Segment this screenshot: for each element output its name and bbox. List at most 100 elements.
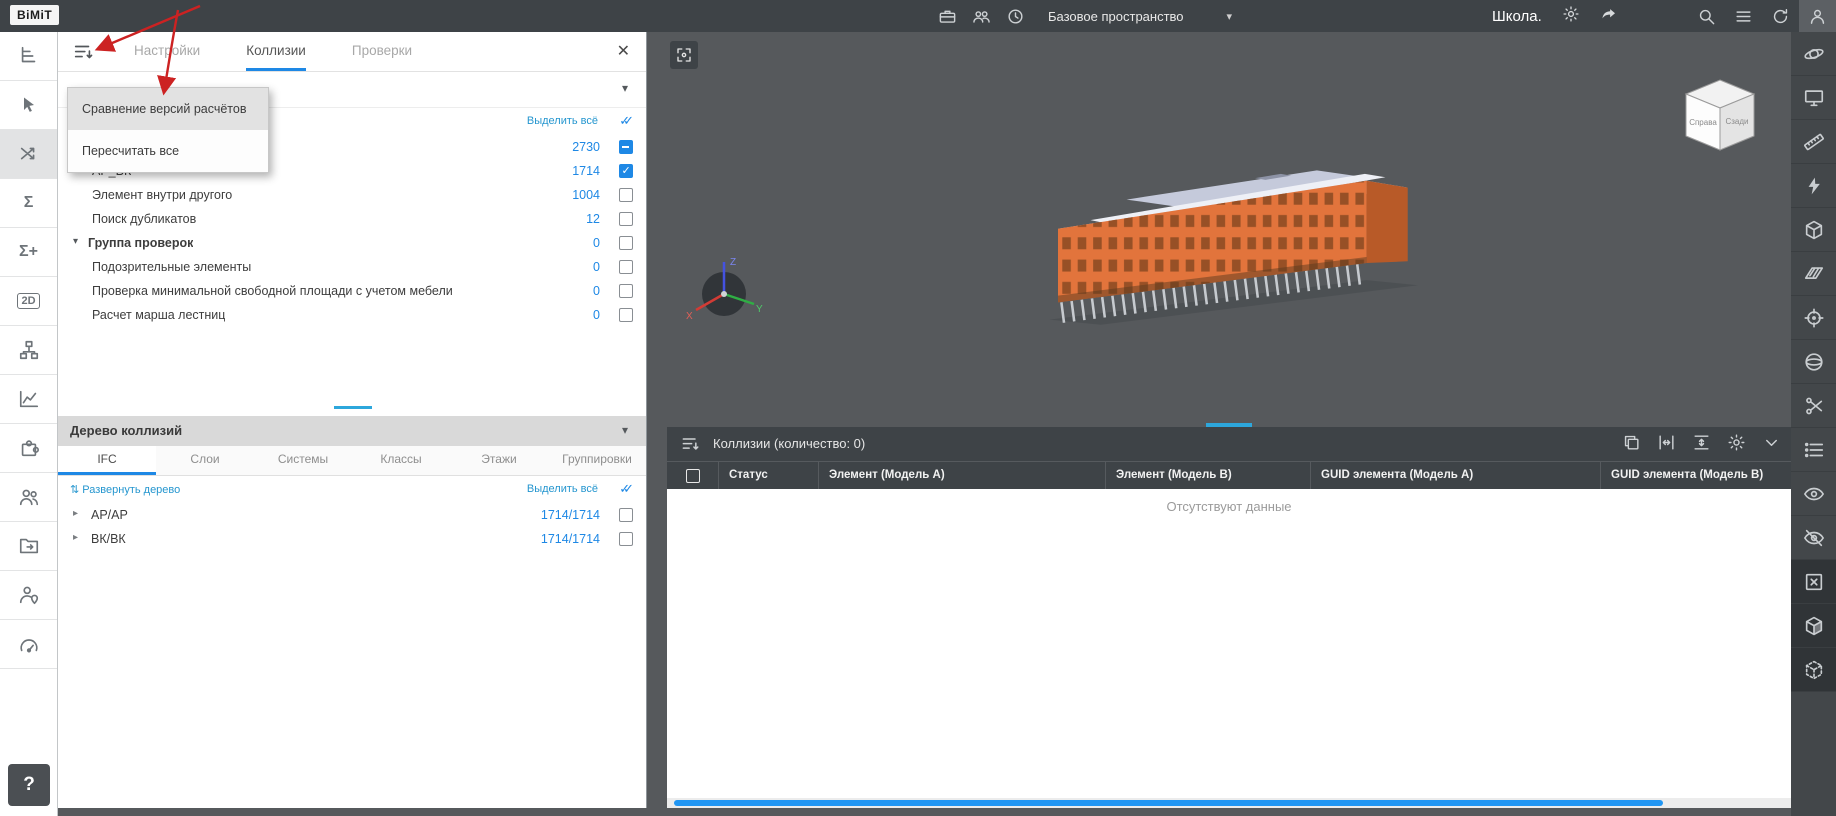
structure-sitemap-icon[interactable]: [0, 326, 57, 375]
menu-item-recalculate-all[interactable]: Пересчитать все: [68, 130, 268, 172]
double-check-icon[interactable]: ✓✓: [619, 481, 634, 497]
select-all-checkbox[interactable]: [686, 469, 700, 483]
section-plane-icon[interactable]: [1791, 252, 1836, 296]
show-eye-icon[interactable]: [1791, 472, 1836, 516]
table-header-cell[interactable]: Элемент (Модель B): [1106, 462, 1311, 489]
search-icon[interactable]: [1688, 0, 1725, 32]
expand-tree-link[interactable]: ⇅ Развернуть дерево: [70, 483, 180, 496]
structure-list-icon[interactable]: [1791, 428, 1836, 472]
table-header-cell[interactable]: Статус: [719, 462, 819, 489]
axis-gizmo[interactable]: Z Y X: [682, 252, 766, 336]
check-row[interactable]: Элемент внутри другого 1004: [58, 184, 646, 208]
navigation-cube[interactable]: Справа Сзади: [1678, 74, 1762, 158]
projects-briefcase-icon[interactable]: [938, 7, 957, 26]
close-icon[interactable]: ✕: [617, 41, 630, 61]
fit-height-icon[interactable]: [1692, 433, 1711, 452]
double-check-icon[interactable]: ✓✓: [619, 113, 634, 129]
focus-target-icon[interactable]: [1791, 296, 1836, 340]
settings-gear-icon[interactable]: [1562, 5, 1580, 28]
sync-icon[interactable]: [1762, 0, 1799, 32]
table-header-cell[interactable]: Элемент (Модель A): [819, 462, 1106, 489]
chevron-down-icon[interactable]: [1762, 433, 1781, 452]
caret-right-icon[interactable]: ▸: [73, 532, 78, 543]
list-menu-icon[interactable]: [1725, 0, 1762, 32]
shared-folder-icon[interactable]: [0, 522, 57, 571]
view-2d-icon[interactable]: 2D: [0, 277, 57, 326]
building-model[interactable]: [998, 98, 1478, 356]
tree-tab-ifc[interactable]: IFC: [58, 446, 156, 475]
section-cut-icon[interactable]: [1791, 384, 1836, 428]
caret-right-icon[interactable]: ▸: [73, 508, 78, 519]
tree-row[interactable]: ▸ ВК/ВК 1714/1714: [58, 528, 646, 552]
check-row[interactable]: Подозрительные элементы 0: [58, 256, 646, 280]
fit-width-icon[interactable]: [1657, 433, 1676, 452]
check-row[interactable]: Проверка минимальной свободной площади с…: [58, 280, 646, 304]
select-cursor-icon[interactable]: [0, 81, 57, 130]
transparent-mode-icon[interactable]: [1791, 648, 1836, 692]
tree-tab-layers[interactable]: Слои: [156, 446, 254, 475]
select-all-link[interactable]: Выделить всё: [527, 483, 598, 495]
select-all-link[interactable]: Выделить всё: [527, 115, 598, 127]
table-header-cell[interactable]: GUID элемента (Модель B): [1601, 462, 1791, 489]
caret-down-icon[interactable]: ▾: [73, 236, 78, 247]
checkbox[interactable]: [619, 508, 633, 522]
tree-tab-groups[interactable]: Группировки: [548, 446, 646, 475]
menu-item-compare-versions[interactable]: Сравнение версий расчётов: [68, 88, 268, 130]
collision-check-icon[interactable]: [0, 130, 57, 179]
tree-section-header[interactable]: Дерево коллизий ▾: [58, 416, 646, 446]
dashboard-gauge-icon[interactable]: [0, 620, 57, 669]
tree-row[interactable]: ▸ АР/АР 1714/1714: [58, 504, 646, 528]
bottom-panel-resize-handle[interactable]: [1206, 423, 1252, 427]
users-icon[interactable]: [0, 473, 57, 522]
orbit-icon[interactable]: [1791, 32, 1836, 76]
help-icon[interactable]: ?: [8, 764, 50, 806]
chevron-down-icon[interactable]: ▾: [622, 423, 628, 437]
presentation-screen-icon[interactable]: [1791, 76, 1836, 120]
workspace-selector[interactable]: Базовое пространство: [1048, 9, 1184, 24]
checkbox[interactable]: [619, 212, 633, 226]
clash-lightning-icon[interactable]: [1791, 164, 1836, 208]
viewport-expand-icon[interactable]: [670, 41, 698, 69]
hide-selection-icon[interactable]: [1791, 560, 1836, 604]
sphere-mode-icon[interactable]: [1791, 340, 1836, 384]
tab-checks[interactable]: Проверки: [352, 32, 412, 71]
settings-gear-icon[interactable]: [1727, 433, 1746, 452]
user-location-icon[interactable]: [0, 571, 57, 620]
checkbox[interactable]: [619, 532, 633, 546]
isolate-selection-icon[interactable]: [1791, 604, 1836, 648]
scrollbar-thumb[interactable]: [674, 800, 1663, 806]
check-row[interactable]: Поиск дубликатов 12: [58, 208, 646, 232]
share-icon[interactable]: [1600, 5, 1618, 28]
tab-settings[interactable]: Настройки: [134, 32, 200, 71]
panel-resize-handle[interactable]: [334, 406, 372, 409]
checkbox[interactable]: [619, 284, 633, 298]
account-person-icon[interactable]: [1799, 0, 1836, 32]
model-tree-icon[interactable]: [0, 32, 57, 81]
tab-collisions[interactable]: Коллизии: [246, 32, 306, 71]
filter-list-icon[interactable]: [680, 434, 700, 459]
hide-eye-icon[interactable]: [1791, 516, 1836, 560]
team-icon[interactable]: [972, 7, 991, 26]
tree-tab-floors[interactable]: Этажи: [450, 446, 548, 475]
plugins-puzzle-icon[interactable]: [0, 424, 57, 473]
clip-box-icon[interactable]: [1791, 208, 1836, 252]
check-group-row[interactable]: ▾ Группа проверок 0: [58, 232, 646, 256]
checkbox[interactable]: [619, 308, 633, 322]
copy-icon[interactable]: [1622, 433, 1641, 452]
history-clock-icon[interactable]: [1006, 7, 1025, 26]
panel-menu-icon[interactable]: [72, 41, 94, 63]
cube-face-label[interactable]: Справа: [1689, 118, 1717, 127]
table-header-cell[interactable]: GUID элемента (Модель A): [1311, 462, 1601, 489]
cube-face-label[interactable]: Сзади: [1725, 117, 1748, 126]
bimit-logo[interactable]: BiMiT: [10, 5, 59, 25]
tree-tab-systems[interactable]: Системы: [254, 446, 352, 475]
checkbox[interactable]: [619, 260, 633, 274]
chevron-down-icon[interactable]: ▾: [1227, 10, 1233, 23]
tree-tab-classes[interactable]: Классы: [352, 446, 450, 475]
measure-ruler-icon[interactable]: [1791, 120, 1836, 164]
check-row[interactable]: Расчет марша лестниц 0: [58, 304, 646, 328]
checkbox[interactable]: [619, 236, 633, 250]
analytics-chart-icon[interactable]: [0, 375, 57, 424]
checkbox[interactable]: [619, 164, 633, 178]
checkbox[interactable]: [619, 188, 633, 202]
